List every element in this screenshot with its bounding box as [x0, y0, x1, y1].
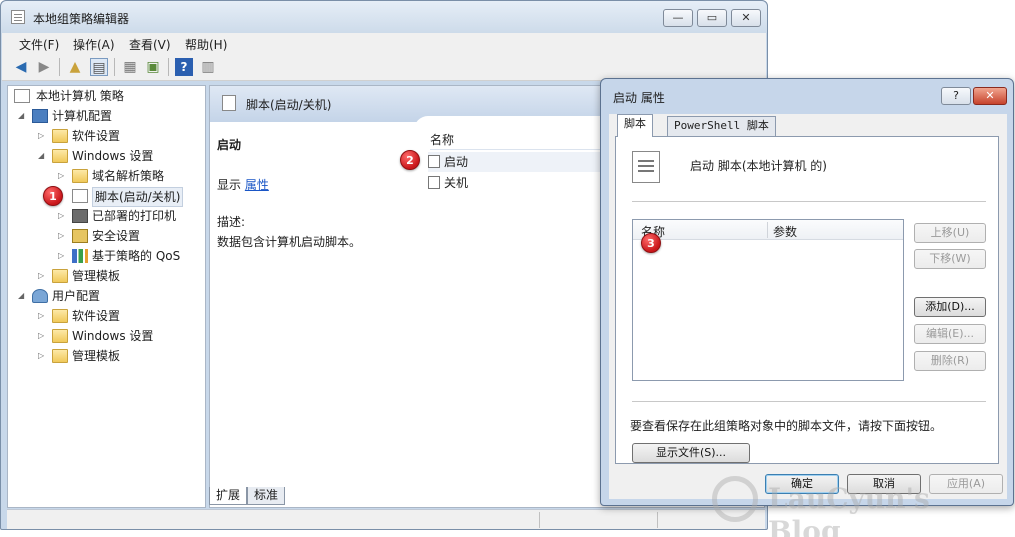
status-divider	[539, 512, 540, 528]
dialog-body: 脚本 PowerShell 脚本 启动 脚本(本地计算机 的) 名称 参数 上移…	[609, 114, 1007, 499]
folder-icon	[52, 349, 68, 363]
properties-icon[interactable]: ▣	[144, 58, 162, 76]
folder-icon	[72, 169, 88, 183]
folder-icon	[52, 129, 68, 143]
description-label: 描述:	[217, 215, 246, 229]
tab-scripts[interactable]: 脚本	[617, 114, 653, 137]
menu-bar: 文件(F) 操作(A) 查看(V) 帮助(H)	[2, 33, 766, 53]
scripts-list[interactable]: 名称 参数	[632, 219, 904, 381]
section-title: 启动	[217, 138, 242, 152]
gpedit-app-icon	[11, 10, 25, 24]
description-text: 数据包含计算机启动脚本。	[217, 235, 362, 249]
computer-icon	[32, 109, 48, 123]
properties-link[interactable]: 属性	[245, 178, 269, 192]
toolbar-separator	[114, 58, 115, 76]
scripts-list-header: 名称 参数	[633, 220, 903, 240]
scripts-tab-panel: 启动 脚本(本地计算机 的) 名称 参数 上移(U) 下移(W) 添加(D)..…	[615, 136, 999, 464]
tab-powershell-scripts[interactable]: PowerShell 脚本	[667, 116, 776, 136]
main-window-title: 本地组策略编辑器	[33, 12, 130, 26]
divider	[632, 401, 986, 402]
status-bar	[7, 509, 765, 529]
step-badge-2: 2	[400, 150, 420, 170]
list-item-shutdown[interactable]: 关机	[428, 173, 468, 193]
forward-arrow-icon[interactable]: ▶	[35, 58, 53, 76]
folder-icon	[52, 309, 68, 323]
dialog-close-button[interactable]: ✕	[973, 87, 1007, 105]
expand-arrow-icon[interactable]: ▷	[38, 127, 48, 145]
dialog-title: 启动 属性	[613, 91, 665, 105]
remove-button[interactable]: 删除(R)	[914, 351, 986, 371]
user-icon	[32, 289, 48, 303]
column-separator	[767, 222, 768, 238]
main-titlebar[interactable]: 本地组策略编辑器 — ▭ ✕	[1, 1, 767, 33]
show-properties-line: 显示 属性	[217, 178, 269, 192]
menu-view[interactable]: 查看(V)	[129, 36, 171, 53]
step-badge-3: 3	[641, 233, 661, 253]
step-badge-1: 1	[43, 186, 63, 206]
show-hide-tree-icon[interactable]: ▤	[90, 58, 108, 76]
expand-arrow-icon[interactable]: ▷	[58, 167, 68, 185]
menu-action[interactable]: 操作(A)	[73, 36, 115, 53]
move-up-button[interactable]: 上移(U)	[914, 223, 986, 243]
printer-icon	[72, 209, 88, 223]
bar-chart-icon	[72, 249, 88, 263]
details-title: 脚本(启动/关机)	[246, 98, 332, 112]
scripts-heading: 启动 脚本(本地计算机 的)	[690, 159, 827, 173]
apply-button[interactable]: 应用(A)	[929, 474, 1003, 494]
toolbar: ◀ ▶ ▲ ▤ ▦ ▣ ? ▥	[2, 53, 766, 81]
divider	[632, 201, 986, 202]
export-list-icon[interactable]: ▦	[121, 58, 139, 76]
security-icon	[72, 229, 88, 243]
expand-arrow-icon[interactable]: ▷	[38, 267, 48, 285]
status-divider	[657, 512, 658, 528]
toolbar-separator	[59, 58, 60, 76]
expand-arrow-icon[interactable]: ▷	[38, 347, 48, 365]
script-icon	[428, 176, 440, 189]
expand-arrow-icon[interactable]: ▷	[58, 207, 68, 225]
move-down-button[interactable]: 下移(W)	[914, 249, 986, 269]
folder-icon	[52, 269, 68, 283]
add-button[interactable]: 添加(D)...	[914, 297, 986, 317]
folder-icon	[52, 329, 68, 343]
show-files-button[interactable]: 显示文件(S)...	[632, 443, 750, 463]
menu-file[interactable]: 文件(F)	[19, 36, 59, 53]
up-folder-icon[interactable]: ▲	[66, 58, 84, 76]
column-header-params[interactable]: 参数	[773, 223, 797, 240]
help-icon[interactable]: ?	[175, 58, 193, 76]
collapse-arrow-icon[interactable]: ◢	[38, 147, 48, 165]
tab-standard[interactable]: 标准	[247, 487, 286, 505]
view-tabs: 扩展 标准	[209, 487, 286, 507]
help-button[interactable]: ?	[941, 87, 971, 105]
policy-document-icon	[14, 89, 30, 103]
expand-arrow-icon[interactable]: ▷	[38, 327, 48, 345]
list-item-startup[interactable]: 启动	[428, 152, 628, 172]
collapse-arrow-icon[interactable]: ◢	[18, 287, 28, 305]
cancel-button[interactable]: 取消	[847, 474, 921, 494]
script-icon	[428, 155, 440, 168]
toolbar-separator	[168, 58, 169, 76]
minimize-button[interactable]: —	[663, 9, 693, 27]
tab-extended[interactable]: 扩展	[209, 487, 248, 505]
script-icon	[222, 95, 236, 111]
back-arrow-icon[interactable]: ◀	[12, 58, 30, 76]
menu-help[interactable]: 帮助(H)	[185, 36, 227, 53]
show-files-hint: 要查看保存在此组策略对象中的脚本文件，请按下面按钮。	[630, 419, 943, 433]
folder-open-icon	[52, 149, 68, 163]
maximize-button[interactable]: ▭	[697, 9, 727, 27]
script-icon	[632, 151, 660, 183]
policy-tree[interactable]: 本地计算机 策略 ◢ 计算机配置 ▷ 软件设置 ◢ Windows 设置 ▷ 域…	[7, 85, 206, 508]
close-button[interactable]: ✕	[731, 9, 761, 27]
edit-button[interactable]: 编辑(E)...	[914, 324, 986, 344]
startup-properties-dialog: 启动 属性 ? ✕ 脚本 PowerShell 脚本 启动 脚本(本地计算机 的…	[600, 78, 1014, 506]
collapse-arrow-icon[interactable]: ◢	[18, 107, 28, 125]
expand-arrow-icon[interactable]: ▷	[38, 307, 48, 325]
script-icon	[72, 189, 88, 203]
expand-arrow-icon[interactable]: ▷	[58, 227, 68, 245]
ok-button[interactable]: 确定	[765, 474, 839, 494]
console-icon[interactable]: ▥	[199, 58, 217, 76]
expand-arrow-icon[interactable]: ▷	[58, 247, 68, 265]
